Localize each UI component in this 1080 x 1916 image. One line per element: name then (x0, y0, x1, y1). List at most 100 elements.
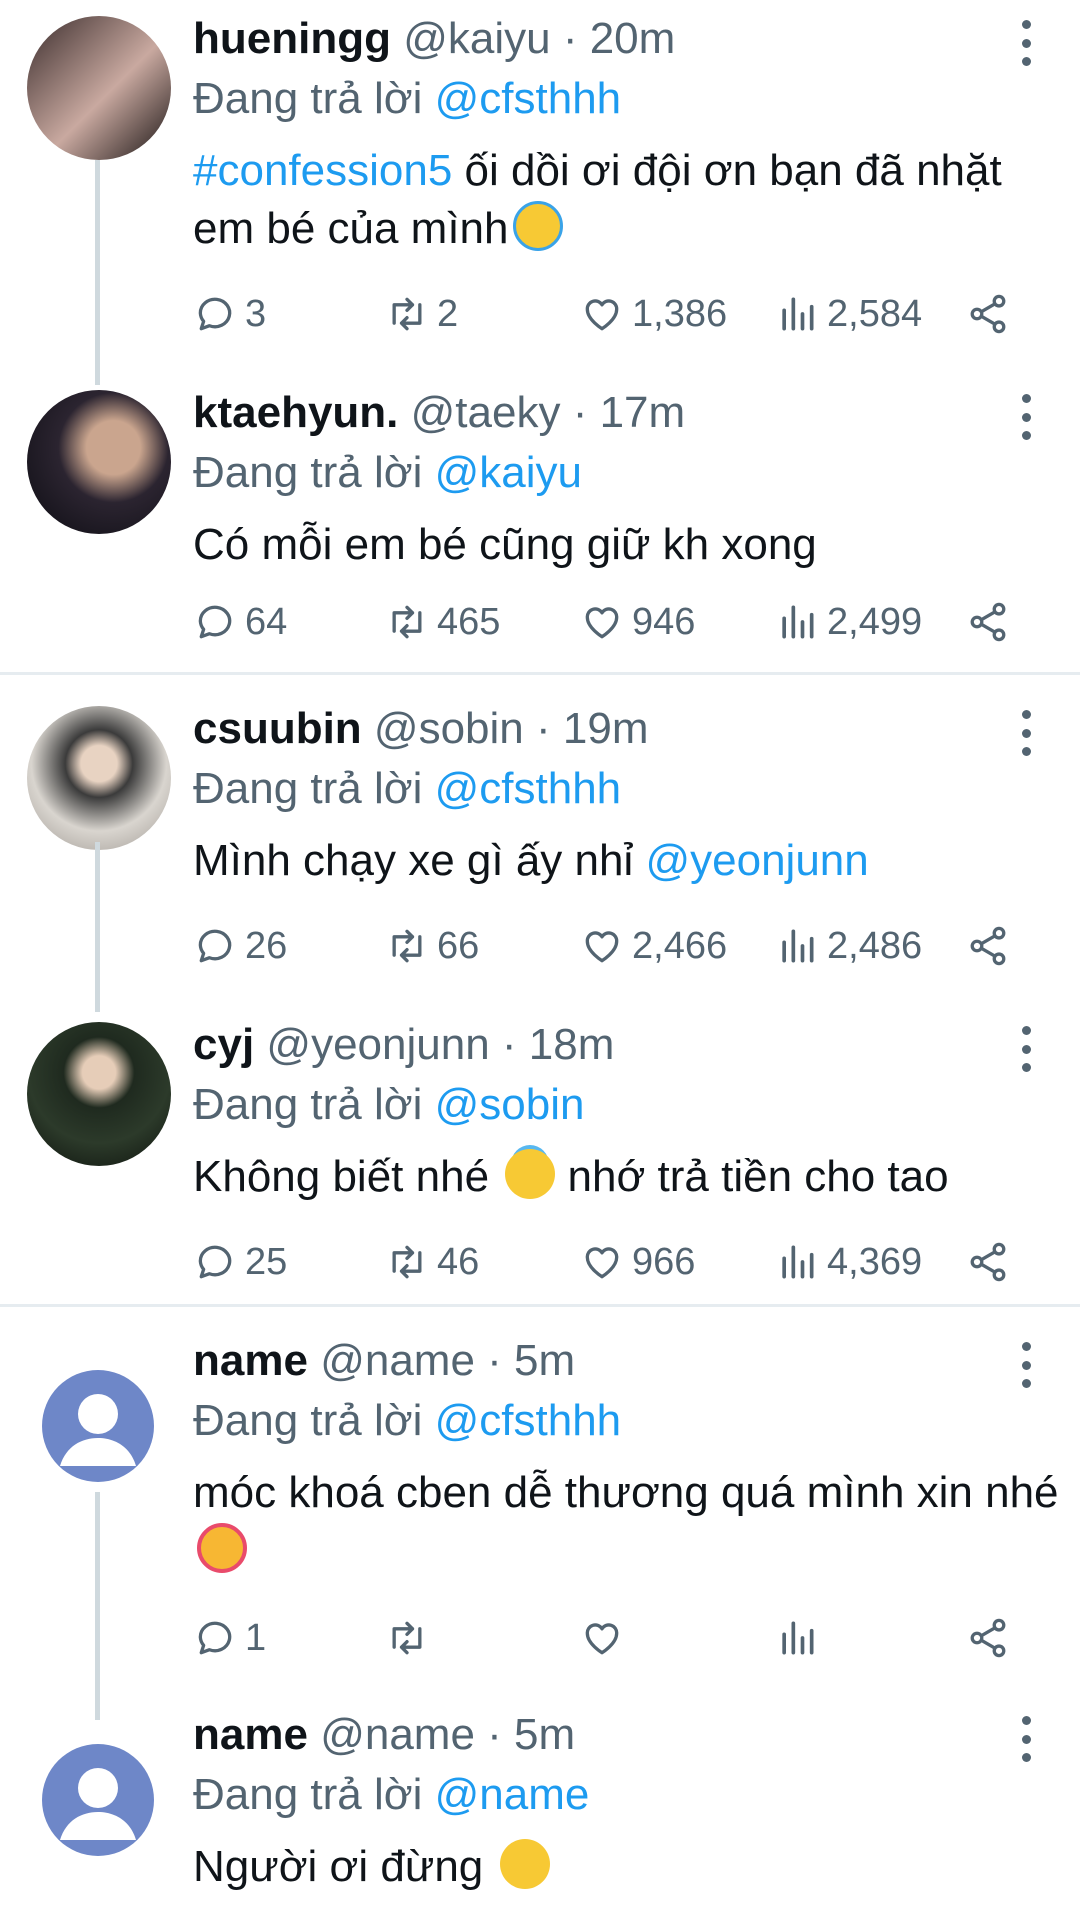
views-icon (775, 1240, 819, 1284)
tweet[interactable]: hueningg @kaiyu · 20m Đang trả lời @cfst… (0, 8, 1080, 385)
reply-to-mention[interactable]: @cfsthhh (435, 764, 622, 813)
user-handle[interactable]: @taeky (411, 388, 561, 437)
reply-feed: hueningg @kaiyu · 20m Đang trả lời @cfst… (0, 0, 1080, 1916)
reply-to-mention[interactable]: @cfsthhh (435, 74, 622, 123)
avatar[interactable] (27, 16, 171, 160)
reply-button[interactable]: 26 (193, 916, 287, 976)
tweet[interactable]: csuubin @sobin · 19m Đang trả lời @cfsth… (0, 698, 1080, 1012)
share-button[interactable] (966, 1608, 1018, 1668)
reply-icon (193, 292, 237, 336)
retweet-button[interactable]: 46 (385, 1232, 479, 1292)
thread-line (95, 1492, 100, 1720)
tweet-header: csuubin @sobin · 19m (193, 698, 1060, 760)
views-button[interactable]: 2,499 (775, 592, 922, 652)
reply-to-mention[interactable]: @sobin (435, 1080, 585, 1129)
tweet-header: hueningg @kaiyu · 20m (193, 8, 1060, 70)
more-icon[interactable] (1016, 1342, 1036, 1388)
retweet-button[interactable] (385, 1608, 437, 1668)
reply-context: Đang trả lời @cfsthhh (193, 1392, 1060, 1450)
mention-link[interactable]: @yeonjunn (645, 836, 868, 885)
timestamp[interactable]: · 17m (573, 388, 685, 437)
retweet-button[interactable]: 2 (385, 284, 458, 344)
retweet-button[interactable]: 465 (385, 592, 500, 652)
reply-context: Đang trả lời @kaiyu (193, 444, 1060, 502)
reply-button[interactable]: 3 (193, 284, 266, 344)
display-name[interactable]: csuubin (193, 704, 362, 753)
display-name[interactable]: hueningg (193, 14, 391, 63)
display-name[interactable]: ktaehyun. (193, 388, 398, 437)
tweet[interactable]: cyj @yeonjunn · 18m Đang trả lời @sobin … (0, 1014, 1080, 1304)
smiling-face-emoji-icon (499, 1839, 550, 1889)
user-handle[interactable]: @name (320, 1710, 475, 1759)
reply-to-mention[interactable]: @cfsthhh (435, 1396, 622, 1445)
share-icon (966, 1616, 1010, 1660)
more-icon[interactable] (1016, 710, 1036, 756)
avatar[interactable] (27, 390, 171, 534)
reply-to-mention[interactable]: @name (435, 1770, 590, 1819)
reply-button[interactable]: 1 (193, 1608, 266, 1668)
display-name[interactable]: cyj (193, 1020, 254, 1069)
reply-context: Đang trả lời @cfsthhh (193, 760, 1060, 818)
like-button[interactable] (580, 1608, 632, 1668)
reply-to-mention[interactable]: @kaiyu (435, 448, 582, 497)
reply-icon (193, 1616, 237, 1660)
user-handle[interactable]: @name (320, 1336, 475, 1385)
timestamp[interactable]: · 5m (487, 1336, 575, 1385)
avatar[interactable] (27, 706, 171, 850)
retweet-count: 66 (437, 924, 480, 967)
more-icon[interactable] (1016, 1716, 1036, 1762)
more-icon[interactable] (1016, 1026, 1036, 1072)
retweet-button[interactable]: 66 (385, 916, 479, 976)
views-button[interactable]: 4,369 (775, 1232, 922, 1292)
like-count: 1,386 (632, 292, 728, 335)
share-button[interactable] (966, 592, 1018, 652)
tweet[interactable]: name @name · 5m Đang trả lời @name Người… (0, 1704, 1080, 1916)
timestamp[interactable]: · 18m (502, 1020, 614, 1069)
views-button[interactable]: 2,486 (775, 916, 922, 976)
more-icon[interactable] (1016, 394, 1036, 440)
reply-button[interactable]: 64 (193, 592, 287, 652)
share-button[interactable] (966, 284, 1018, 344)
user-handle[interactable]: @yeonjunn (266, 1020, 489, 1069)
reply-count: 3 (245, 292, 267, 335)
more-icon[interactable] (1016, 20, 1036, 66)
hashtag-link[interactable]: #confession5 (193, 146, 452, 195)
retweet-count: 46 (437, 1240, 480, 1283)
views-icon (775, 292, 819, 336)
retweet-icon (385, 600, 429, 644)
tweet-text: Mình chạy xe gì ấy nhỉ @yeonjunn (193, 832, 1060, 890)
like-button[interactable]: 2,466 (580, 916, 727, 976)
user-handle[interactable]: @kaiyu (403, 14, 550, 63)
reply-context: Đang trả lời @cfsthhh (193, 70, 1060, 128)
share-button[interactable] (966, 1232, 1018, 1292)
display-name[interactable]: name (193, 1710, 308, 1759)
reply-icon (193, 924, 237, 968)
like-count: 2,466 (632, 924, 728, 967)
like-button[interactable]: 1,386 (580, 284, 727, 344)
timestamp[interactable]: · 19m (536, 704, 648, 753)
timestamp[interactable]: · 5m (487, 1710, 575, 1759)
views-button[interactable]: 2,584 (775, 284, 922, 344)
default-avatar-icon[interactable] (42, 1744, 154, 1856)
share-icon (966, 924, 1010, 968)
user-handle[interactable]: @sobin (374, 704, 524, 753)
default-avatar-icon[interactable] (42, 1370, 154, 1482)
share-button[interactable] (966, 916, 1018, 976)
views-button[interactable] (775, 1608, 827, 1668)
reply-context: Đang trả lời @sobin (193, 1076, 1060, 1134)
tweet-text: #confession5 ối dồi ơi đội ơn bạn đã nhặ… (193, 142, 1060, 258)
timestamp[interactable]: · 20m (563, 14, 675, 63)
tweet[interactable]: ktaehyun. @taeky · 17m Đang trả lời @kai… (0, 382, 1080, 672)
heart-icon (580, 1616, 624, 1660)
reply-button[interactable]: 25 (193, 1232, 287, 1292)
avatar[interactable] (27, 1022, 171, 1166)
heart-icon (580, 292, 624, 336)
tweet[interactable]: name @name · 5m Đang trả lời @cfsthhh mó… (0, 1330, 1080, 1720)
smiling-hearts-emoji-icon (197, 1523, 247, 1573)
display-name[interactable]: name (193, 1336, 308, 1385)
reply-label: Đang trả lời (193, 448, 423, 497)
like-button[interactable]: 946 (580, 592, 695, 652)
tweet-text: Có mỗi em bé cũng giữ kh xong (193, 520, 817, 569)
like-button[interactable]: 966 (580, 1232, 695, 1292)
tweet-text-content: Mình chạy xe gì ấy nhỉ (193, 836, 646, 885)
